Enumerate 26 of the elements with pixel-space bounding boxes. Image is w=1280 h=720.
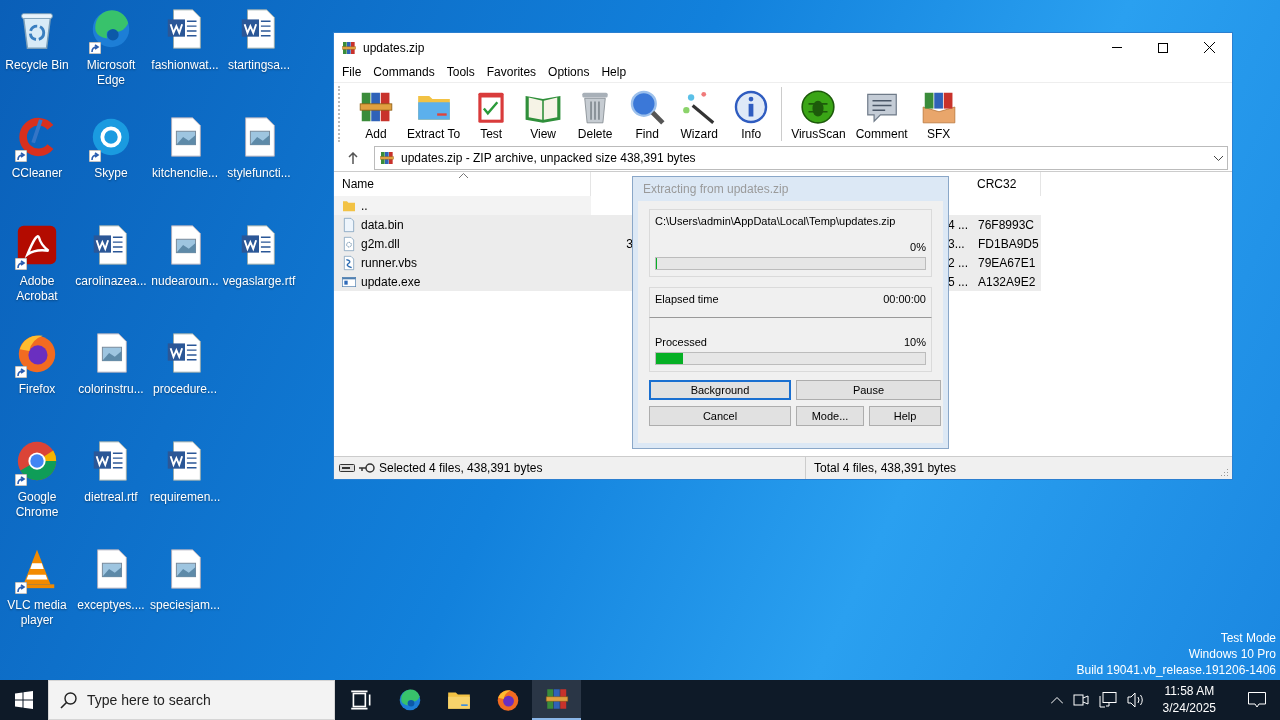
table-cell: 5 ... xyxy=(948,274,968,289)
status-text: Total 4 files, 438,391 bytes xyxy=(814,461,957,475)
file-name: g2m.dll xyxy=(361,236,400,251)
table-cell: 3 xyxy=(626,236,633,251)
system-notice: Build 19041.vb_release.191206-1406 xyxy=(1076,662,1276,678)
elapsed-label: Elapsed time xyxy=(655,293,719,305)
table-cell: A132A9E2 xyxy=(978,274,1036,289)
percent-label: 0% xyxy=(910,241,926,253)
file-name: update.exe xyxy=(361,274,421,289)
file-name: .. xyxy=(361,198,368,213)
elapsed-time: 00:00:00 xyxy=(883,293,926,305)
table-cell: 2 ... xyxy=(948,255,968,270)
file-name: data.bin xyxy=(361,217,404,232)
table-cell: 76F8993C xyxy=(978,217,1035,232)
status-text: Selected 4 files, 438,391 bytes xyxy=(379,461,543,475)
archive-path: C:\Users\admin\AppData\Local\Temp\updates.zip xyxy=(655,215,897,227)
percent-label: 10% xyxy=(903,336,926,348)
table-cell: FD1BA9D5 xyxy=(978,236,1039,251)
dialog-title: Extracting from updates.zip xyxy=(642,181,790,198)
system-notice: Test Mode xyxy=(1220,630,1276,646)
table-cell: 3... xyxy=(948,236,965,251)
processed-label: Processed xyxy=(655,336,707,348)
window-title: updates.zip xyxy=(363,40,425,55)
table-cell: 79EA67E1 xyxy=(978,255,1036,270)
system-notice: Windows 10 Pro xyxy=(1188,646,1276,662)
file-name: runner.vbs xyxy=(361,255,418,270)
